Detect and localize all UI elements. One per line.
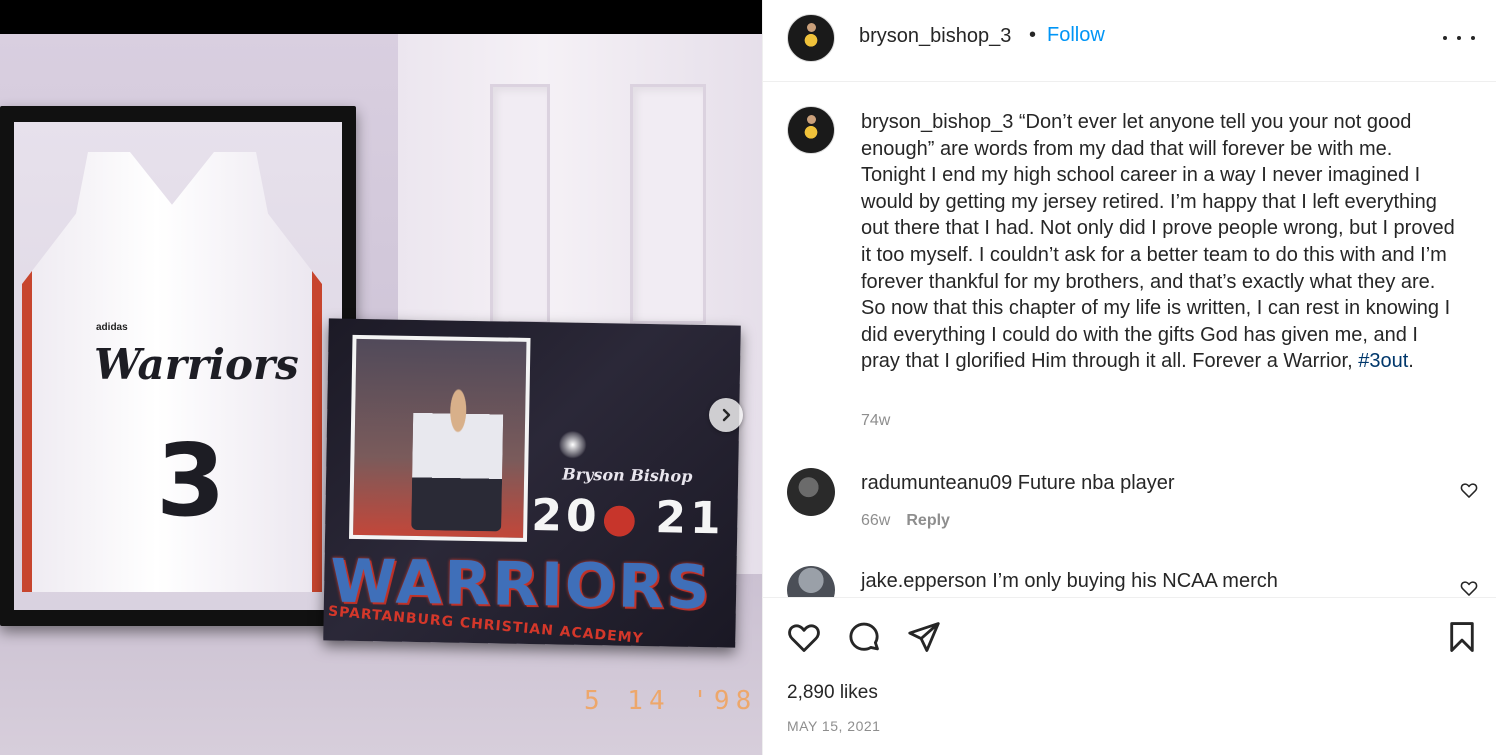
comments-section: bryson_bishop_3 “Don’t ever let anyone t… xyxy=(763,82,1496,598)
jersey-brand-label: adidas xyxy=(96,322,128,333)
post-actions-bar xyxy=(763,598,1496,678)
poster-player-name: Bryson Bishop xyxy=(561,464,693,486)
poster-year-left: 20 xyxy=(530,489,602,543)
poster-light-glare xyxy=(558,430,587,459)
post-photo[interactable]: adidas Warriors 3 Bryson Bishop 20 21 WA… xyxy=(0,34,762,755)
comment-like-heart-icon[interactable] xyxy=(1459,578,1479,598)
comment-text: I’m only buying his NCAA merch xyxy=(986,570,1278,592)
post-media: adidas Warriors 3 Bryson Bishop 20 21 WA… xyxy=(0,0,762,755)
comment-text: Future nba player xyxy=(1012,472,1175,494)
media-top-bar xyxy=(0,0,762,34)
hashtag-link[interactable]: #3out xyxy=(1358,350,1408,372)
comment-avatar[interactable] xyxy=(787,468,835,516)
comment-like-heart-icon[interactable] xyxy=(1459,480,1479,500)
next-photo-button[interactable] xyxy=(709,398,743,432)
comment-username[interactable]: jake.epperson xyxy=(861,570,987,592)
comment-timestamp: 66w xyxy=(861,512,891,529)
post-side-panel: bryson_bishop_3 • Follow bryson_bishop_3… xyxy=(762,0,1496,755)
caption-author-avatar[interactable] xyxy=(787,106,835,154)
author-avatar[interactable] xyxy=(787,14,835,62)
post-caption: bryson_bishop_3 “Don’t ever let anyone t… xyxy=(861,109,1461,375)
poster-player-figure xyxy=(411,379,504,532)
post-header: bryson_bishop_3 • Follow xyxy=(763,0,1496,82)
comment-avatar[interactable] xyxy=(787,566,835,597)
likes-count[interactable]: 2,890 likes xyxy=(787,682,878,704)
more-horizontal-icon[interactable] xyxy=(1443,28,1475,48)
follow-button[interactable]: Follow xyxy=(1047,24,1105,47)
photo-date-stamp: 5 14 '98 xyxy=(584,686,758,716)
door-panel xyxy=(630,84,706,324)
comment-item: radumunteanu09 Future nba player xyxy=(861,472,1175,495)
bookmark-icon[interactable] xyxy=(1443,618,1481,656)
door-panel xyxy=(490,84,550,324)
comment-icon[interactable] xyxy=(845,618,883,656)
send-icon[interactable] xyxy=(905,618,943,656)
senior-poster: Bryson Bishop 20 21 WARRIORS SPARTANBURG… xyxy=(323,318,741,648)
jersey-frame: adidas Warriors 3 xyxy=(0,106,356,626)
jersey-team-name: Warriors xyxy=(94,340,299,389)
caption-text: “Don’t ever let anyone tell you your not… xyxy=(861,111,1455,373)
poster-player-photo xyxy=(348,334,531,542)
poster-year-right: 21 xyxy=(654,492,726,545)
post-date: MAY 15, 2021 xyxy=(787,718,881,734)
jersey-number: 3 xyxy=(156,422,226,539)
jersey-frame-inner: adidas Warriors 3 xyxy=(14,122,342,610)
caption-timestamp: 74w xyxy=(861,412,891,429)
header-separator: • xyxy=(1029,24,1037,46)
comment-username[interactable]: radumunteanu09 xyxy=(861,472,1012,494)
author-username[interactable]: bryson_bishop_3 xyxy=(859,25,1011,48)
caption-username[interactable]: bryson_bishop_3 xyxy=(861,111,1013,133)
heart-icon[interactable] xyxy=(785,618,823,656)
caption-end: . xyxy=(1408,350,1414,373)
reply-button[interactable]: Reply xyxy=(906,512,950,530)
comment-meta: 66w Reply xyxy=(861,512,950,530)
chevron-right-icon xyxy=(722,408,731,422)
comment-item: jake.epperson I’m only buying his NCAA m… xyxy=(861,570,1278,593)
warrior-logo-icon xyxy=(593,493,646,540)
